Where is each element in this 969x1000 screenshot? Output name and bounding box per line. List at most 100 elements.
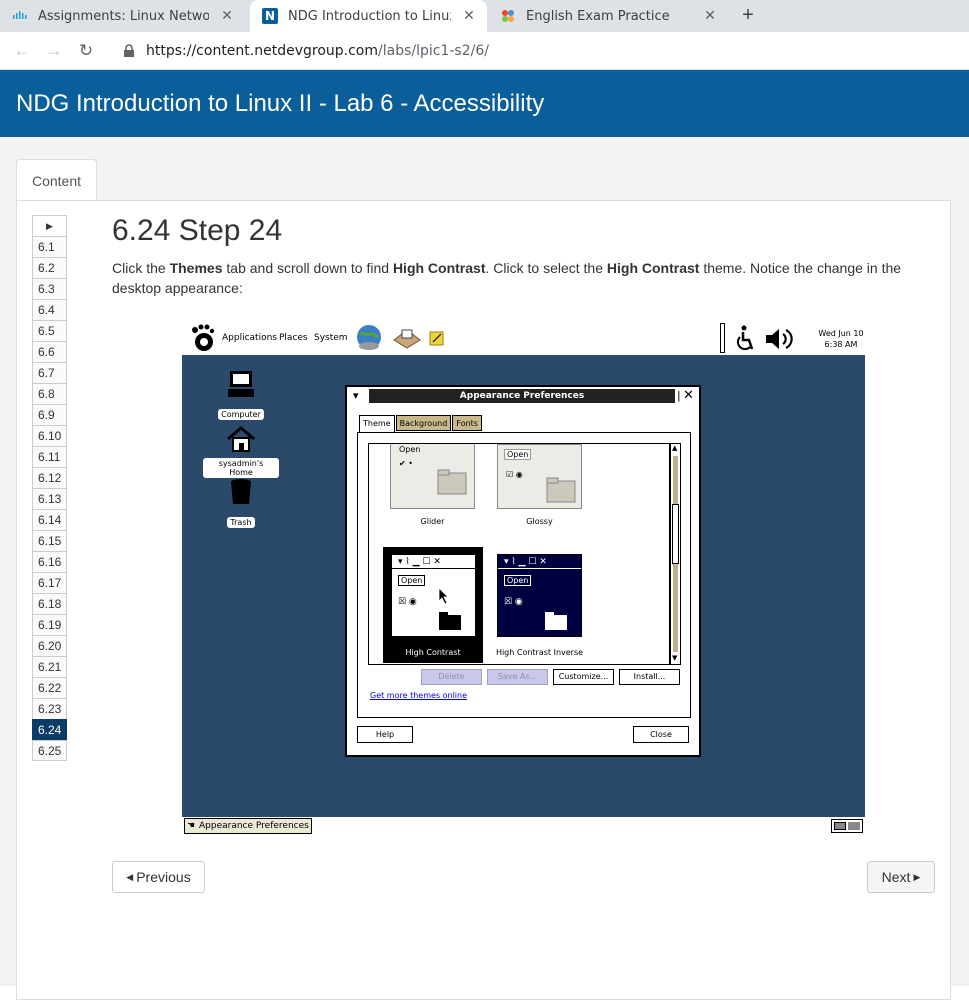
- workspace-2[interactable]: [848, 822, 860, 830]
- menu-places[interactable]: Places: [279, 333, 308, 343]
- theme-thumbnail-high-contrast[interactable]: ▾ ⌇ ▁ ☐ ✕ Open ☒ ◉: [391, 554, 476, 637]
- step-link[interactable]: 6.9: [32, 404, 67, 425]
- menu-system[interactable]: System: [314, 333, 348, 343]
- tab-content[interactable]: Content: [16, 159, 97, 201]
- panel-clock[interactable]: Wed Jun 10 6:38 AM: [817, 328, 865, 350]
- panel-handle[interactable]: [720, 323, 725, 353]
- step-link[interactable]: 6.23: [32, 698, 67, 719]
- joomla-icon: [500, 8, 516, 24]
- step-link[interactable]: 6.13: [32, 488, 67, 509]
- step-navigation: ▶ 6.1 6.2 6.3 6.4 6.5 6.6 6.7 6.8 6.9 6.10 6.11 6.1…: [32, 215, 67, 761]
- desktop-icon-computer[interactable]: Computer: [203, 369, 279, 422]
- forward-icon[interactable]: →: [44, 41, 64, 61]
- theme-list-scrollbar[interactable]: ▲ ▼: [670, 443, 681, 665]
- dialog-titlebar[interactable]: ▾ Appearance Preferences | ✕: [347, 387, 699, 405]
- step-link[interactable]: 6.1: [32, 236, 67, 257]
- step-link[interactable]: 6.4: [32, 299, 67, 320]
- customize-button[interactable]: Customize...: [553, 669, 614, 685]
- theme-label: High Contrast Inverse: [495, 648, 584, 657]
- tab-background[interactable]: Background: [395, 415, 452, 431]
- theme-thumbnail-glossy[interactable]: Open ☑ ◉: [497, 444, 582, 509]
- theme-list[interactable]: Open ✔ • Glider Open ☑ ◉ Glossy ▾ ⌇ ▁ ☐ …: [368, 443, 670, 665]
- scroll-up-icon[interactable]: ▲: [672, 444, 677, 452]
- step-link[interactable]: 6.16: [32, 551, 67, 572]
- window-close-icon[interactable]: ✕: [683, 389, 694, 403]
- scroll-thumb[interactable]: [672, 504, 679, 564]
- taskbar-appearance-preferences[interactable]: ☚ Appearance Preferences: [184, 818, 312, 834]
- volume-icon[interactable]: [764, 326, 794, 352]
- workspace-1[interactable]: [834, 822, 846, 830]
- close-button[interactable]: Close: [633, 726, 689, 743]
- step-link[interactable]: 6.10: [32, 425, 67, 446]
- tab-fonts[interactable]: Fonts: [452, 415, 482, 431]
- tab-title: English Exam Practice: [526, 8, 670, 24]
- step-link[interactable]: 6.15: [32, 530, 67, 551]
- app-window-icon: ☚: [187, 821, 196, 831]
- step-link[interactable]: 6.18: [32, 593, 67, 614]
- preview-check-icon: ✔ •: [399, 459, 413, 468]
- address-bar[interactable]: https://content.netdevgroup.com/labs/lpi…: [110, 36, 960, 66]
- step-link[interactable]: 6.8: [32, 383, 67, 404]
- lock-icon: [124, 44, 134, 57]
- clock-time: 6:38 AM: [824, 340, 858, 349]
- tab-title: Assignments: Linux Networking: [38, 8, 209, 24]
- save-as-button[interactable]: Save As...: [487, 669, 548, 685]
- web-browser-icon[interactable]: [354, 324, 384, 352]
- accessibility-icon[interactable]: [732, 325, 756, 353]
- step-link[interactable]: 6.25: [32, 740, 67, 761]
- step-link[interactable]: 6.19: [32, 614, 67, 635]
- menu-applications[interactable]: Applications: [222, 333, 277, 343]
- step-link[interactable]: 6.22: [32, 677, 67, 698]
- delete-button[interactable]: Delete: [421, 669, 482, 685]
- gnome-bottom-panel: ☚ Appearance Preferences: [182, 817, 865, 835]
- collapse-arrow-icon[interactable]: ▶: [32, 215, 67, 236]
- desktop-icon-trash[interactable]: Trash: [203, 477, 279, 530]
- step-link[interactable]: 6.14: [32, 509, 67, 530]
- dialog-tabs: Theme Background Fonts: [359, 415, 483, 433]
- step-link[interactable]: 6.2: [32, 257, 67, 278]
- new-tab-icon[interactable]: +: [738, 5, 758, 25]
- step-link[interactable]: 6.11: [32, 446, 67, 467]
- previous-button[interactable]: ◀ Previous: [112, 861, 205, 893]
- step-link[interactable]: 6.17: [32, 572, 67, 593]
- close-tab-icon[interactable]: ✕: [461, 8, 477, 24]
- theme-label-selected: High Contrast: [405, 648, 461, 657]
- preview-open-button: Open: [504, 449, 532, 460]
- back-icon[interactable]: ←: [12, 41, 32, 61]
- desktop-icon-label: Computer: [218, 409, 264, 420]
- mail-icon[interactable]: [392, 326, 422, 350]
- browser-tab-assignments[interactable]: Assignments: Linux Networking ✕: [0, 0, 245, 32]
- next-label: Next: [881, 869, 911, 885]
- desktop-icon-label: Trash: [227, 517, 255, 528]
- next-button[interactable]: Next ▶: [867, 861, 935, 893]
- step-link[interactable]: 6.21: [32, 656, 67, 677]
- desktop-icon-home[interactable]: sysadmin's Home: [203, 425, 279, 480]
- window-menu-icon[interactable]: ▾: [353, 389, 359, 403]
- close-tab-icon[interactable]: ✕: [219, 8, 235, 24]
- window-handle-icon: |: [677, 389, 681, 402]
- step-link[interactable]: 6.7: [32, 362, 67, 383]
- workspace-switcher[interactable]: [831, 819, 863, 833]
- step-link[interactable]: 6.5: [32, 320, 67, 341]
- browser-tab-english[interactable]: English Exam Practice ✕: [488, 0, 728, 32]
- step-link[interactable]: 6.12: [32, 467, 67, 488]
- step-link[interactable]: 6.24: [32, 719, 67, 740]
- step-link[interactable]: 6.20: [32, 635, 67, 656]
- install-button[interactable]: Install...: [619, 669, 680, 685]
- browser-tab-ndg[interactable]: N NDG Introduction to Linux II - La ✕: [250, 0, 487, 32]
- preview-titlebar-icons: ▾ ⌇ ▁ ☐ ✕: [392, 555, 475, 569]
- theme-label: Glossy: [526, 517, 553, 526]
- close-tab-icon[interactable]: ✕: [702, 8, 718, 24]
- step-link[interactable]: 6.3: [32, 278, 67, 299]
- reload-icon[interactable]: ↻: [76, 41, 96, 61]
- page-title: NDG Introduction to Linux II - Lab 6 - A…: [16, 90, 545, 117]
- note-icon[interactable]: [429, 330, 445, 346]
- scroll-down-icon[interactable]: ▼: [672, 654, 677, 662]
- help-button[interactable]: Help: [357, 726, 413, 743]
- step-link[interactable]: 6.6: [32, 341, 67, 362]
- theme-thumbnail-glider[interactable]: Open ✔ •: [390, 444, 475, 509]
- theme-thumbnail-high-contrast-inverse[interactable]: ▾ ⌇ ▁ ☐ ✕ Open ☒ ◉: [497, 554, 582, 637]
- previous-label: Previous: [136, 869, 191, 885]
- get-more-themes-link[interactable]: Get more themes online: [370, 691, 467, 700]
- tab-theme[interactable]: Theme: [359, 415, 395, 433]
